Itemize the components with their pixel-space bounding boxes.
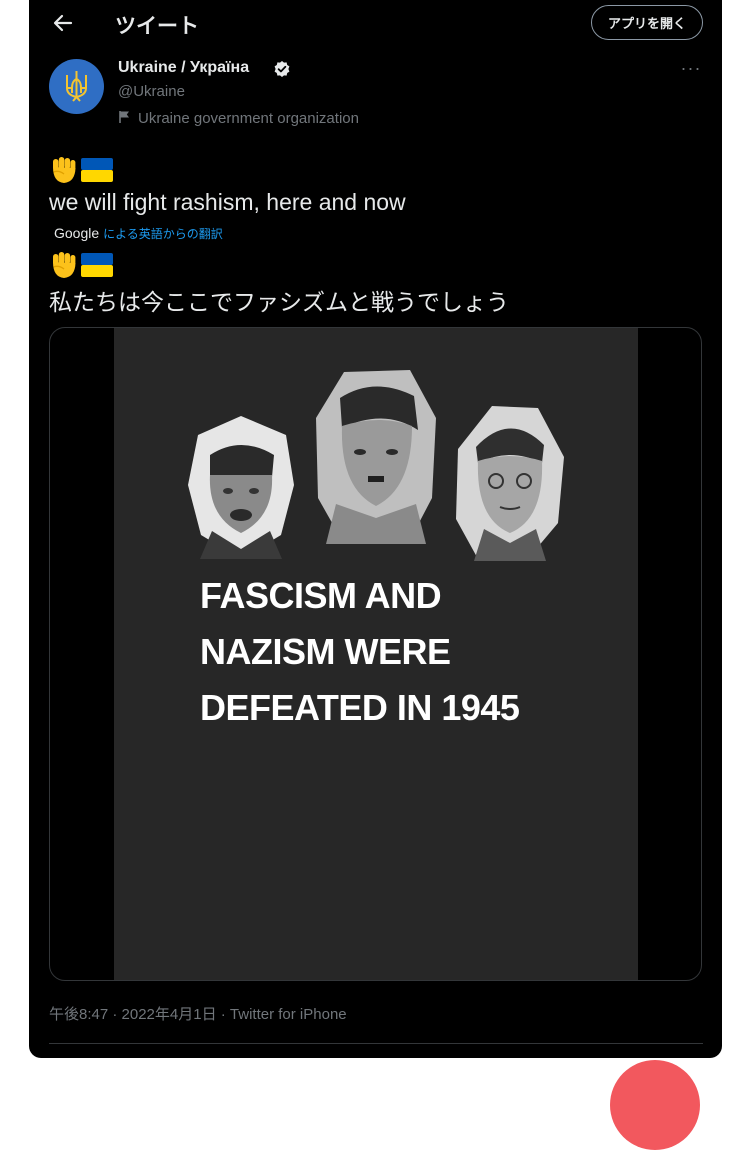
author-handle[interactable]: @Ukraine (118, 83, 185, 100)
portrait-photo (314, 368, 439, 548)
google-logo: Google (54, 225, 100, 241)
top-bar: ツイート アプリを開く (29, 0, 722, 48)
page-title: ツイート (115, 15, 199, 38)
portrait-photo (452, 403, 567, 565)
verified-badge-icon (274, 61, 290, 77)
translation-note: Google による英語からの翻訳 (54, 225, 223, 242)
avatar[interactable] (49, 59, 104, 114)
flag-icon (119, 111, 129, 123)
tweet-text-en: we will fight rashism, here and now (49, 189, 406, 215)
tweet-text-ja: 私たちは今ここでファシズムと戦うでしょう (49, 289, 509, 315)
raised-fist-icon (53, 252, 76, 278)
tweet-screen: ツイート アプリを開く Ukraine / Україна @Ukraine ·… (29, 0, 722, 1058)
author-name[interactable]: Ukraine / Україна (118, 59, 249, 77)
portrait-photo (186, 413, 296, 561)
more-options-icon[interactable]: ··· (680, 58, 702, 78)
emoji-row-translated (49, 250, 113, 280)
org-label-row: Ukraine government organization (118, 110, 359, 127)
divider (49, 1043, 703, 1044)
ukraine-flag-icon (81, 253, 113, 277)
arrow-left-icon[interactable] (51, 10, 75, 36)
tweet-timestamp[interactable]: 午後8:47 · 2022年4月1日 · Twitter for iPhone (49, 1003, 347, 1024)
caption-line: FASCISM AND (200, 575, 442, 616)
video-frame[interactable]: FASCISM AND NAZISM WERE DEFEATED IN 1945 (114, 328, 638, 980)
ukraine-flag-icon (81, 158, 113, 182)
translation-link[interactable]: による英語からの翻訳 (103, 227, 223, 241)
trident-icon (66, 71, 87, 102)
caption-line: DEFEATED IN 1945 (200, 687, 520, 728)
open-app-button[interactable]: アプリを開く (590, 5, 703, 40)
floating-action-button[interactable] (610, 1060, 700, 1150)
emoji-row (49, 155, 113, 185)
video-caption: FASCISM AND NAZISM WERE DEFEATED IN 1945 (200, 568, 520, 736)
caption-line: NAZISM WERE (200, 631, 451, 672)
raised-fist-icon (53, 157, 76, 183)
media-card[interactable]: FASCISM AND NAZISM WERE DEFEATED IN 1945 (49, 327, 702, 981)
org-label: Ukraine government organization (138, 110, 359, 127)
